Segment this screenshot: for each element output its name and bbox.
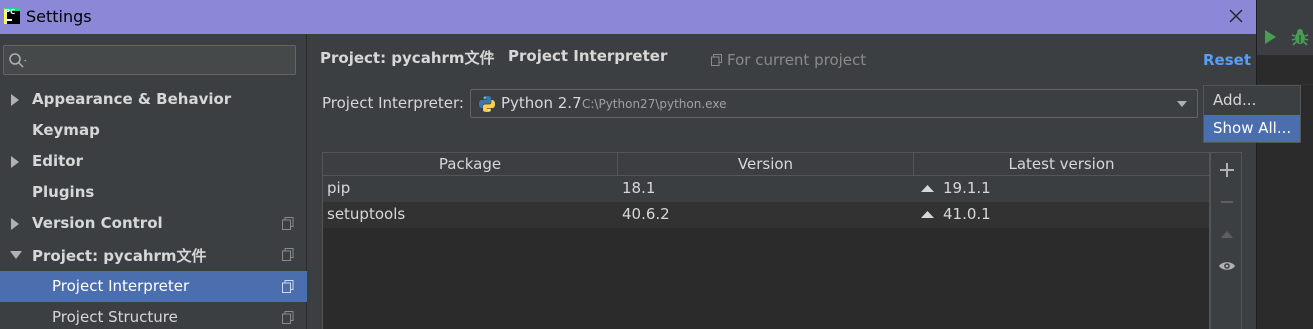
- sidebar-item-plugins[interactable]: Plugins: [0, 177, 307, 208]
- title-bar: PC Settings: [0, 0, 1256, 34]
- upgrade-icon[interactable]: [1218, 225, 1236, 243]
- search-icon: [9, 53, 27, 68]
- table-row[interactable]: setuptools 40.6.2 41.0.1: [323, 202, 1209, 228]
- table-header: Package Version Latest version: [323, 153, 1209, 176]
- breadcrumb-current: Project Interpreter: [508, 47, 668, 65]
- sidebar-item-label: Project: pycahrm文件: [32, 247, 207, 265]
- expand-arrow-icon[interactable]: [10, 94, 20, 106]
- breadcrumb-parent[interactable]: Project: pycahrm文件: [320, 47, 495, 68]
- packages-toolbar: [1210, 152, 1242, 329]
- sidebar-item-label: Plugins: [32, 183, 95, 201]
- expand-arrow-icon[interactable]: [10, 218, 20, 230]
- close-icon[interactable]: [1224, 4, 1248, 28]
- sidebar-item-label: Editor: [32, 152, 83, 170]
- app-icon: PC: [4, 8, 20, 24]
- breadcrumb-separator: ›: [489, 47, 495, 63]
- column-header-package[interactable]: Package: [323, 153, 618, 176]
- menu-item-show-all[interactable]: Show All...: [1204, 115, 1300, 142]
- upgrade-arrow-icon: [921, 185, 934, 192]
- copy-icon: [282, 311, 294, 324]
- debug-icon[interactable]: [1290, 27, 1310, 47]
- remove-icon[interactable]: [1218, 193, 1236, 211]
- expand-arrow-icon[interactable]: [10, 156, 20, 168]
- sidebar-item-project[interactable]: Project: pycahrm文件: [0, 239, 307, 270]
- sidebar-item-editor[interactable]: Editor: [0, 146, 307, 177]
- column-header-version[interactable]: Version: [618, 153, 914, 176]
- sidebar-item-label: Version Control: [32, 214, 163, 232]
- package-name: setuptools: [327, 205, 406, 223]
- search-input[interactable]: [3, 45, 296, 75]
- collapse-arrow-icon[interactable]: [10, 250, 22, 260]
- sidebar-item-appearance[interactable]: Appearance & Behavior: [0, 84, 307, 115]
- interpreter-gear-menu: Add... Show All...: [1203, 85, 1301, 143]
- copy-icon: [282, 248, 294, 261]
- copy-icon: [282, 280, 294, 293]
- add-icon[interactable]: [1218, 161, 1236, 179]
- python-icon: [479, 96, 495, 112]
- run-icon[interactable]: [1263, 29, 1277, 45]
- column-header-latest[interactable]: Latest version: [914, 153, 1209, 176]
- chevron-down-icon[interactable]: [1176, 100, 1188, 108]
- package-name: pip: [327, 179, 351, 197]
- upgrade-arrow-icon: [921, 211, 934, 218]
- package-version: 40.6.2: [622, 205, 670, 223]
- copy-icon: [282, 217, 294, 230]
- sidebar-item-label: Project Structure: [52, 308, 178, 326]
- table-row[interactable]: pip 18.1 19.1.1: [323, 176, 1209, 202]
- interpreter-name: Python 2.7: [501, 94, 582, 112]
- reset-link[interactable]: Reset: [1203, 51, 1251, 69]
- copy-icon: [711, 54, 722, 66]
- package-latest: 19.1.1: [943, 179, 991, 197]
- eye-icon[interactable]: [1218, 257, 1236, 275]
- menu-item-add[interactable]: Add...: [1204, 87, 1300, 114]
- scope-label: For current project: [727, 51, 867, 69]
- interpreter-path: C:\Python27\python.exe: [582, 97, 727, 111]
- interpreter-label: Project Interpreter:: [322, 94, 464, 112]
- sidebar-item-project-interpreter[interactable]: Project Interpreter: [0, 271, 307, 302]
- sidebar-item-label: Keymap: [32, 121, 100, 139]
- menu-item-label: Show All...: [1213, 119, 1292, 137]
- window-title: Settings: [26, 7, 92, 26]
- sidebar-item-keymap[interactable]: Keymap: [0, 115, 307, 146]
- sidebar-item-version-control[interactable]: Version Control: [0, 208, 307, 239]
- sidebar-item-label: Project Interpreter: [52, 277, 190, 295]
- menu-item-label: Add...: [1213, 91, 1257, 109]
- ide-background-strip: [1256, 0, 1313, 329]
- settings-window: PC Settings Appearance & Behavior Keymap: [0, 0, 1313, 329]
- sidebar-item-project-structure[interactable]: Project Structure: [0, 302, 307, 329]
- packages-table: Package Version Latest version pip 18.1 …: [322, 152, 1210, 329]
- package-version: 18.1: [622, 179, 656, 197]
- package-latest: 41.0.1: [943, 205, 991, 223]
- sidebar-item-label: Appearance & Behavior: [32, 90, 232, 108]
